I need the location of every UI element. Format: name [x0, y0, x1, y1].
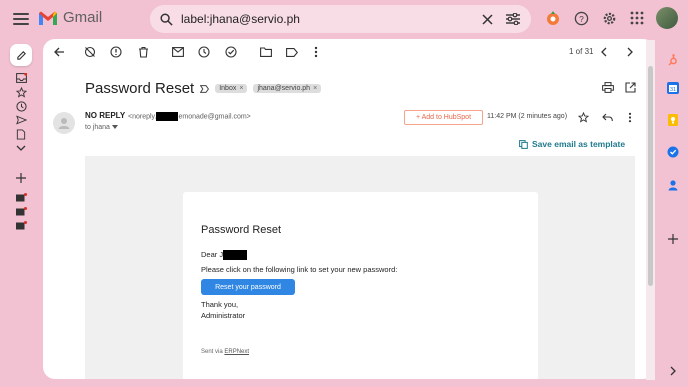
move-to-folder-icon[interactable] — [259, 45, 273, 59]
label-tag-icon[interactable] — [15, 206, 27, 218]
instruction-text: Please click on the following link to se… — [201, 265, 398, 274]
sender-row: NO REPLY <noreply. emonade@gmail.com> to … — [51, 110, 651, 140]
pagination-text: 1 of 31 — [569, 47, 594, 56]
calendar-icon[interactable]: 31 — [667, 82, 679, 94]
starred-icon[interactable] — [15, 86, 27, 98]
newer-chevron-left-icon[interactable] — [596, 45, 610, 59]
side-panel-rail: 31 — [659, 40, 688, 387]
subject-line: Password Reset Inbox × jhana@servio.ph × — [85, 80, 322, 97]
report-spam-icon[interactable] — [109, 45, 123, 59]
contacts-icon[interactable] — [667, 179, 679, 191]
label-tag-icon[interactable] — [15, 220, 27, 232]
add-to-tasks-icon[interactable] — [224, 45, 238, 59]
greeting-text: Dear J — [201, 250, 224, 259]
save-email-as-template-button[interactable]: Save email as template — [519, 139, 625, 149]
pencil-icon — [16, 50, 26, 60]
search-input[interactable]: label:jhana@servio.ph — [181, 12, 469, 26]
recipient-details-chevron-down-icon[interactable] — [111, 125, 118, 129]
top-right-actions: ? — [544, 7, 678, 29]
get-addons-plus-icon[interactable] — [667, 233, 679, 245]
redacted-block — [223, 250, 248, 261]
label-tag-icon[interactable] — [15, 192, 27, 204]
inbox-icon[interactable] — [15, 72, 27, 84]
snoozed-icon[interactable] — [15, 100, 27, 112]
erpnext-link[interactable]: ERPNext — [224, 349, 249, 355]
email-body: Password Reset Dear J Please click on th… — [85, 156, 635, 379]
search-bar[interactable]: label:jhana@servio.ph — [150, 5, 531, 33]
add-to-hubspot-button[interactable]: + Add to HubSpot — [404, 110, 483, 125]
important-marker-icon[interactable] — [200, 84, 210, 93]
delete-trash-icon[interactable] — [136, 45, 150, 59]
status-icon[interactable] — [544, 9, 562, 27]
label-chip-text: jhana@servio.ph — [257, 85, 311, 92]
sent-via-prefix: Sent via — [201, 349, 223, 355]
signature-text: Administrator — [201, 311, 246, 320]
email-card: Password Reset Dear J Please click on th… — [183, 192, 538, 379]
label-chip-account[interactable]: jhana@servio.ph × — [253, 84, 322, 93]
message-time: 11:42 PM (2 minutes ago) — [487, 113, 568, 120]
snooze-clock-icon[interactable] — [197, 45, 211, 59]
tasks-icon[interactable] — [667, 146, 679, 158]
redacted-block — [156, 112, 179, 121]
older-chevron-right-icon[interactable] — [623, 45, 637, 59]
remove-label-close-icon[interactable]: × — [239, 85, 243, 92]
template-icon — [519, 139, 528, 149]
help-icon[interactable]: ? — [572, 9, 590, 27]
email-subject: Password Reset — [85, 80, 195, 97]
more-chevron-down-icon[interactable] — [15, 142, 27, 154]
back-arrow-icon[interactable] — [52, 45, 66, 59]
recipient-text: to jhana — [85, 124, 110, 131]
remove-label-close-icon[interactable]: × — [313, 85, 317, 92]
save-template-label: Save email as template — [532, 139, 626, 149]
svg-text:31: 31 — [670, 87, 676, 93]
left-rail — [0, 40, 42, 387]
drafts-icon[interactable] — [15, 128, 27, 140]
gmail-logo[interactable]: Gmail — [38, 9, 102, 26]
hubspot-sprocket-icon[interactable] — [667, 54, 679, 66]
sender-email-prefix: <noreply. — [128, 113, 157, 121]
svg-text:?: ? — [579, 13, 584, 23]
star-icon[interactable] — [577, 111, 589, 123]
sender-name[interactable]: NO REPLY — [85, 111, 125, 120]
account-avatar[interactable] — [656, 7, 678, 29]
expand-side-panel-chevron-right-icon[interactable] — [667, 365, 679, 377]
label-icon[interactable] — [285, 45, 299, 59]
sent-icon[interactable] — [15, 114, 27, 126]
reply-arrow-icon[interactable] — [601, 111, 613, 123]
create-label-plus-icon[interactable] — [15, 172, 27, 184]
main-menu-button[interactable] — [12, 10, 30, 28]
open-in-new-window-icon[interactable] — [623, 80, 637, 94]
scrollbar-thumb[interactable] — [648, 66, 653, 286]
search-icon[interactable] — [160, 12, 173, 26]
apps-grid-icon[interactable] — [628, 9, 646, 27]
sender-avatar[interactable] — [53, 112, 75, 134]
print-icon[interactable] — [601, 80, 615, 94]
sent-via-footer: Sent via ERPNext — [201, 349, 249, 355]
app-name: Gmail — [63, 9, 103, 26]
clear-search-icon[interactable] — [479, 11, 495, 27]
message-toolbar: 1 of 31 — [43, 39, 655, 65]
top-bar: Gmail label:jhana@servio.ph ? — [0, 0, 688, 38]
closing-text: Thank you, — [201, 300, 239, 309]
message-view: 1 of 31 Password Reset Inbox × jhana@serv… — [43, 39, 655, 379]
card-title: Password Reset — [201, 224, 282, 236]
reset-password-button[interactable]: Reset your password — [201, 279, 295, 295]
mark-unread-icon[interactable] — [171, 45, 185, 59]
more-options-icon[interactable] — [309, 45, 323, 59]
keep-notes-icon[interactable] — [667, 114, 679, 126]
archive-icon[interactable] — [83, 45, 97, 59]
compose-button[interactable] — [10, 44, 32, 66]
sender-email-suffix: emonade@gmail.com> — [178, 113, 251, 121]
settings-gear-icon[interactable] — [600, 9, 618, 27]
message-more-options-icon[interactable] — [624, 111, 636, 123]
label-chip-inbox[interactable]: Inbox × — [215, 84, 248, 93]
greeting-line: Dear J — [201, 250, 248, 261]
sender-email: <noreply. emonade@gmail.com> — [128, 112, 251, 121]
label-chip-text: Inbox — [219, 85, 237, 92]
search-options-icon[interactable] — [505, 11, 521, 27]
recipient-line[interactable]: to jhana — [85, 124, 118, 131]
gmail-m-icon — [39, 11, 57, 25]
